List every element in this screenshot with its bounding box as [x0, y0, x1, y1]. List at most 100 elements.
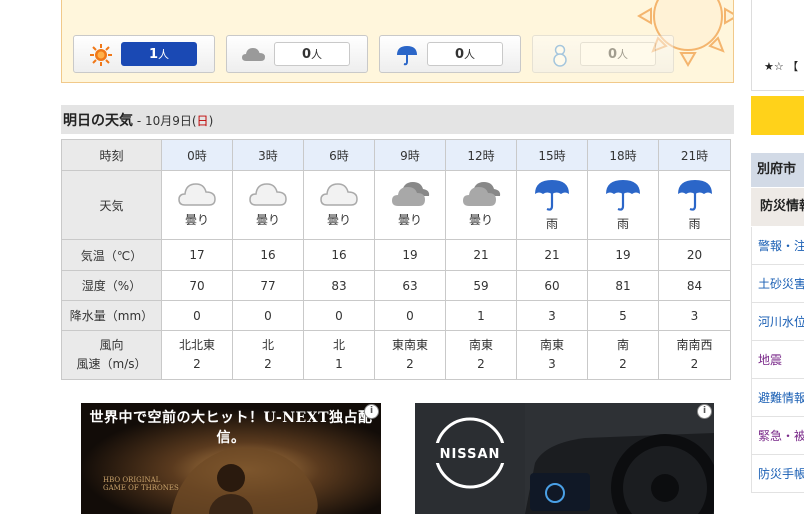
weather-vote-panel: 1人 0人 0人 0人: [61, 0, 734, 83]
weather-cell: 曇り: [161, 170, 233, 240]
sidebar-link-river-level[interactable]: 河川水位: [751, 303, 804, 341]
weather-label: 雨: [688, 217, 701, 231]
sidebar-link-emergency[interactable]: 緊急・被: [751, 417, 804, 455]
hour-cell: 6時: [303, 139, 375, 171]
humidity-cell: 59: [445, 270, 517, 301]
sidebar-product-card[interactable]: ★☆ 【: [751, 0, 804, 91]
humidity-cell: 63: [374, 270, 446, 301]
precip-cell: 0: [374, 300, 446, 331]
wind-speed: 2: [619, 357, 627, 371]
sidebar-link-earthquake[interactable]: 地震: [751, 341, 804, 379]
wind-cell: 北北東 2: [161, 330, 233, 380]
wind-cell: 南南西 2: [658, 330, 731, 380]
weather-cell: 曇り: [445, 170, 517, 240]
vote-count: 0人: [427, 42, 503, 66]
ad-show-logo: HBO ORIGINAL GAME OF THRONES: [103, 476, 179, 492]
wind-cell: 東南東 2: [374, 330, 446, 380]
precip-cell: 0: [161, 300, 233, 331]
humidity-cell: 83: [303, 270, 375, 301]
wind-speed: 2: [690, 357, 699, 371]
weather-cell: 曇り: [232, 170, 304, 240]
cloud-dark-icon: [463, 182, 501, 206]
wind-speed: 2: [264, 357, 272, 371]
sidebar-city-title: 別府市: [751, 153, 804, 187]
weather-label: 曇り: [255, 213, 280, 227]
row-label-precip: 降水量（mm）: [61, 300, 162, 331]
umbrella-icon: [397, 46, 417, 66]
umbrella-icon: [677, 180, 712, 211]
weather-cell: 曇り: [374, 170, 446, 240]
snowman-icon: [553, 44, 567, 67]
ad-info-icon[interactable]: i: [697, 404, 712, 419]
wind-direction: 南東: [468, 338, 493, 352]
sun-icon: [90, 44, 112, 66]
humidity-cell: 84: [658, 270, 731, 301]
precip-cell: 3: [658, 300, 731, 331]
ad-info-icon[interactable]: i: [364, 404, 379, 419]
vote-cloudy-button[interactable]: 0人: [226, 35, 368, 73]
sidebar-link-landslide[interactable]: 土砂災害: [751, 265, 804, 303]
wind-direction: 北: [332, 338, 345, 352]
row-label-temp: 気温（℃）: [61, 239, 162, 271]
hour-cell: 3時: [232, 139, 304, 171]
humidity-cell: 81: [587, 270, 659, 301]
row-label-weather: 天気: [61, 170, 162, 240]
tomorrow-weather-heading: 明日の天気 - 10月9日(日): [61, 105, 734, 134]
wind-cell: 北1: [303, 330, 375, 380]
unext-ad-banner[interactable]: 世界中で空前の大ヒット！U-NEXT独占配信。 HBO ORIGINAL GAM…: [81, 403, 381, 514]
weather-cell: 雨: [516, 170, 588, 240]
forecast-table: 時刻 0時 3時 6時 9時 12時 15時 18時 21時 天気 曇り 曇り …: [61, 139, 731, 380]
precip-cell: 3: [516, 300, 588, 331]
vote-sunny-button[interactable]: 1人: [73, 35, 215, 73]
weather-label: 曇り: [184, 213, 209, 227]
precip-cell: 0: [303, 300, 375, 331]
vote-count: 0人: [274, 42, 350, 66]
vote-count: 0人: [580, 42, 656, 66]
wind-direction: 南: [616, 338, 629, 352]
temp-cell: 16: [232, 239, 304, 271]
wind-cell: 南東 3: [516, 330, 588, 380]
humidity-cell: 70: [161, 270, 233, 301]
sidebar-disaster-info-header: 防災情報: [751, 188, 804, 226]
cloud-icon: [242, 48, 265, 61]
weather-label: 曇り: [326, 213, 351, 227]
weather-cell: 雨: [587, 170, 659, 240]
hour-cell: 18時: [587, 139, 659, 171]
heading-date: - 10月9日(日): [133, 114, 214, 128]
hour-cell: 0時: [161, 139, 233, 171]
vote-snow-button[interactable]: 0人: [532, 35, 674, 73]
hour-cell: 21時: [658, 139, 731, 171]
nissan-logo: NISSAN: [439, 447, 501, 462]
wind-speed: 2: [406, 357, 414, 371]
sidebar-link-disaster-handbook[interactable]: 防災手帳: [751, 455, 804, 493]
row-label-humidity: 湿度（%）: [61, 270, 162, 301]
hour-cell: 9時: [374, 139, 446, 171]
wind-speed: 2: [477, 357, 485, 371]
sidebar-link-warnings[interactable]: 警報・注: [751, 227, 804, 265]
sidebar-yellow-banner[interactable]: [751, 96, 804, 135]
weather-label: 雨: [545, 217, 558, 231]
wind-direction: 北: [261, 338, 274, 352]
humidity-cell: 60: [516, 270, 588, 301]
sidebar-link-evacuation[interactable]: 避難情報: [751, 379, 804, 417]
wind-cell: 南2: [587, 330, 659, 380]
cloud-dark-icon: [392, 182, 430, 206]
nissan-ad-banner[interactable]: NISSAN i: [415, 403, 714, 514]
weather-cell: 雨: [658, 170, 731, 240]
temp-cell: 16: [303, 239, 375, 271]
wind-direction: 東南東: [391, 338, 428, 352]
vote-rain-button[interactable]: 0人: [379, 35, 521, 73]
wind-direction: 南南西: [676, 338, 713, 352]
cloud-light-icon: [320, 183, 358, 206]
hour-cell: 12時: [445, 139, 517, 171]
weather-label: 曇り: [397, 213, 422, 227]
cloud-light-icon: [178, 183, 216, 206]
row-label-wind-speed: 風速（m/s）: [76, 357, 147, 371]
row-label-wind: 風向 風速（m/s）: [61, 330, 162, 380]
row-label-time: 時刻: [61, 139, 162, 171]
precip-cell: 5: [587, 300, 659, 331]
wind-direction: 北北東: [178, 338, 215, 352]
cloud-light-icon: [249, 183, 287, 206]
hour-cell: 15時: [516, 139, 588, 171]
weather-label: 曇り: [468, 213, 493, 227]
